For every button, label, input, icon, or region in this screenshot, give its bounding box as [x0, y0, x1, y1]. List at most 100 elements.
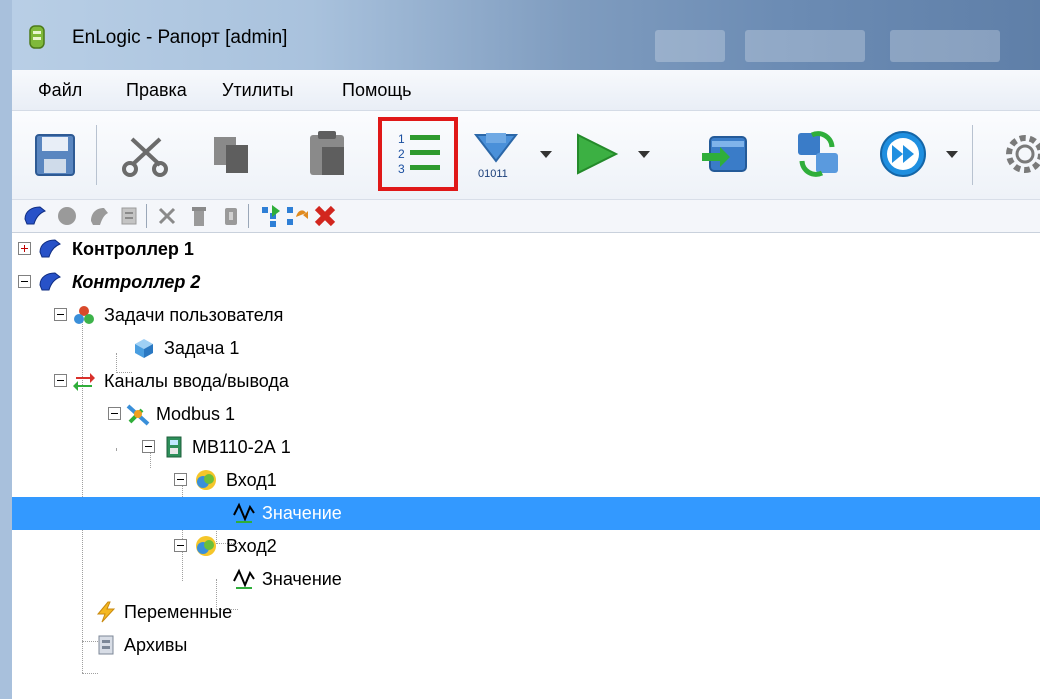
download-binary-button[interactable]: 01011 [468, 125, 526, 183]
tree-node-label: Значение [262, 569, 342, 589]
tree-row-device[interactable]: МВ110-2А 1 [12, 431, 1040, 464]
expand-toggle[interactable] [18, 242, 31, 255]
window-frame [0, 0, 12, 699]
tree-node-label: Архивы [124, 635, 188, 655]
save-icon [35, 134, 75, 176]
delete-node-icon [192, 207, 206, 226]
background-blur [655, 30, 725, 62]
run-button[interactable] [566, 125, 624, 183]
app-logo-icon [29, 25, 45, 49]
cut-button[interactable] [116, 125, 174, 183]
background-blur [890, 30, 1000, 62]
delete-node-button[interactable] [186, 203, 212, 229]
tree-node-label: Задачи пользователя [104, 305, 284, 325]
tree-node-label: Modbus 1 [156, 404, 236, 424]
tree-undo-icon [287, 207, 308, 225]
settings-button[interactable] [996, 125, 1040, 183]
toolbar-separator [146, 204, 147, 228]
download-binary-icon: 01011 [473, 133, 519, 180]
input-icon [194, 534, 218, 558]
database-button[interactable] [696, 125, 754, 183]
tree-node-label: Контроллер 1 [72, 239, 194, 259]
menu-file[interactable]: Файл [38, 80, 82, 101]
menu-help[interactable]: Помощь [342, 80, 412, 101]
tree-row-modbus-1[interactable]: Modbus 1 [12, 398, 1040, 431]
controller-icon [38, 270, 62, 294]
menu-edit[interactable]: Правка [126, 80, 187, 101]
tree-node-label: Задача 1 [164, 338, 240, 358]
menu-bar: Файл Правка Утилиты Помощь [12, 70, 1040, 111]
svg-text:01011: 01011 [478, 168, 508, 180]
add-channel-icon [121, 207, 137, 225]
collapse-toggle[interactable] [18, 275, 31, 288]
delete-x-icon [314, 205, 336, 227]
paste-button[interactable] [298, 125, 356, 183]
chevron-down-icon[interactable] [540, 151, 552, 158]
sync-button[interactable] [788, 125, 846, 183]
tree-row-input-2[interactable]: Вход2 [12, 530, 1040, 563]
tree-undo-button[interactable] [284, 203, 310, 229]
fast-forward-icon [880, 131, 926, 177]
lightning-icon [94, 600, 118, 624]
tree-node-label: Вход1 [226, 470, 277, 490]
input-icon [194, 468, 218, 492]
title-bar: EnLogic - Рапорт [admin] [0, 0, 1040, 70]
signal-icon [232, 501, 256, 525]
tree-node-label: Значение [262, 503, 342, 523]
copy-icon [214, 137, 248, 173]
cube-icon [132, 336, 156, 360]
tree-connector [82, 673, 98, 674]
signal-icon [232, 567, 256, 591]
tree-expand-icon [262, 205, 280, 227]
tree-row-user-tasks[interactable]: Задачи пользователя [12, 299, 1040, 332]
run-icon [577, 133, 619, 175]
collapse-toggle[interactable] [108, 407, 121, 420]
chevron-down-icon[interactable] [638, 151, 650, 158]
background-blur [745, 30, 865, 62]
collapse-toggle[interactable] [174, 473, 187, 486]
tree-row-archives[interactable]: Архивы [12, 629, 1040, 662]
menu-utilities[interactable]: Утилиты [222, 80, 293, 101]
highlight-box [378, 117, 458, 191]
collapse-toggle[interactable] [54, 308, 67, 321]
tree-row-input-1[interactable]: Вход1 [12, 464, 1040, 497]
cut-node-button[interactable] [154, 203, 180, 229]
window-title: EnLogic - Рапорт [admin] [72, 27, 288, 48]
toolbar-separator [248, 204, 249, 228]
save-button[interactable] [26, 125, 84, 183]
main-toolbar: 1 2 3 01011 [12, 111, 1040, 200]
chevron-down-icon[interactable] [946, 151, 958, 158]
toolbar-separator [972, 125, 973, 185]
tree-node-label: МВ110-2А 1 [192, 437, 291, 457]
toolbar-separator [96, 125, 97, 185]
add-shape-button[interactable] [86, 203, 112, 229]
tree-node-label: Вход2 [226, 536, 277, 556]
sync-icon [798, 131, 838, 177]
tree-toolbar [12, 200, 1040, 233]
add-controller-button[interactable] [22, 203, 48, 229]
gear-icon [1006, 135, 1040, 173]
collapse-toggle[interactable] [142, 440, 155, 453]
tree-expand-button[interactable] [258, 203, 284, 229]
tasks-icon [72, 303, 96, 327]
tree-row-variables[interactable]: Переменные [12, 596, 1040, 629]
delete-x-button[interactable] [312, 203, 338, 229]
bin-button[interactable] [218, 203, 244, 229]
io-channels-icon [72, 369, 96, 393]
add-node-icon [58, 207, 76, 225]
tree-row-value-1[interactable]: Значение [12, 497, 1040, 530]
tree-row-value-2[interactable]: Значение [12, 563, 1040, 596]
add-channel-button[interactable] [116, 203, 142, 229]
tree-node-label: Переменные [124, 602, 233, 622]
collapse-toggle[interactable] [174, 539, 187, 552]
copy-button[interactable] [202, 125, 260, 183]
bin-icon [225, 208, 237, 225]
fast-forward-button[interactable] [874, 125, 932, 183]
add-node-button[interactable] [54, 203, 80, 229]
tree-row-controller-2[interactable]: Контроллер 2 [12, 266, 1040, 299]
tree-row-io-channels[interactable]: Каналы ввода/вывода [12, 365, 1040, 398]
tree-row-controller-1[interactable]: Контроллер 1 [12, 233, 1040, 266]
collapse-toggle[interactable] [54, 374, 67, 387]
modbus-icon [126, 402, 150, 426]
tree-row-task-1[interactable]: Задача 1 [12, 332, 1040, 365]
